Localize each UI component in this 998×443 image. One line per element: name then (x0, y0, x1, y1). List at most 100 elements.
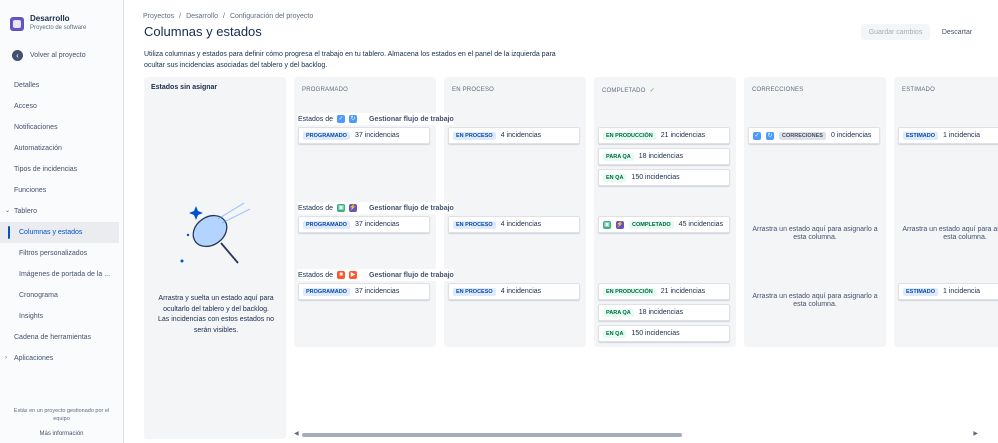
discard-button[interactable]: Descartar (935, 24, 979, 40)
status-card[interactable]: ESTIMADO 1 incidencia (898, 283, 998, 300)
row-prefix: Estados de (298, 204, 334, 212)
project-avatar-icon (10, 17, 24, 31)
sidebar-footer-text: Estás en un proyecto gestionado por el e… (13, 408, 110, 422)
issue-type-icon: ↻ (349, 115, 358, 123)
status-card[interactable]: ESTIMADO 1 incidencia (898, 127, 998, 144)
sidebar-item[interactable]: Insights (0, 306, 123, 327)
sidebar-item-label: Tablero (14, 208, 37, 215)
column-header: EN PROCESO (452, 87, 494, 93)
status-lozenge: PARA QA (603, 152, 634, 161)
issue-count: 1 incidencia (943, 132, 980, 139)
manage-workflow-link[interactable]: Gestionar flujo de trabajo (369, 272, 454, 279)
status-card[interactable]: PARA QA 18 incidencias (598, 148, 730, 165)
column-header: PROGRAMADO (302, 87, 348, 93)
sidebar-item-label: Aplicaciones (14, 355, 54, 362)
unassigned-title: Estados sin asignar (151, 84, 218, 91)
sidebar: Desarrollo Proyecto de software ‹ Volver… (0, 0, 124, 443)
issue-count: 18 incidencias (638, 153, 684, 160)
issue-count: 21 incidencias (660, 288, 706, 295)
manage-workflow-link[interactable]: Gestionar flujo de trabajo (369, 205, 454, 212)
columns-board: Estados sin asignar Arrastra y suelta un… (144, 77, 998, 443)
breadcrumb-link[interactable]: Configuración del proyecto (230, 13, 313, 20)
sidebar-item[interactable]: Automatización (0, 138, 123, 159)
status-card[interactable]: EN PRODUCCIÓN 21 incidencias (598, 127, 730, 144)
status-lozenge: EN QA (603, 329, 627, 338)
status-card[interactable]: EN PRODUCCIÓN 21 incidencias (598, 283, 730, 300)
issue-count: 1 incidencia (943, 288, 980, 295)
issue-count: 4 incidencias (500, 132, 542, 139)
learn-more-link[interactable]: Más información (0, 431, 123, 437)
sidebar-item[interactable]: Notificaciones (0, 117, 123, 138)
status-lozenge: EN PRODUCCIÓN (603, 131, 656, 140)
status-card[interactable]: EN QA 150 incidencias (598, 325, 730, 342)
board-column[interactable]: EN PROCESO (444, 77, 586, 347)
status-lozenge: PROGRAMADO (303, 287, 350, 296)
status-card[interactable]: PARA QA 18 incidencias (598, 304, 730, 321)
status-lozenge: EN QA (603, 173, 627, 182)
app: Desarrollo Proyecto de software ‹ Volver… (0, 0, 998, 443)
sidebar-item[interactable]: Detalles (0, 75, 123, 96)
breadcrumb: Proyectos / Desarrollo / Configuración del p… (143, 13, 313, 20)
sidebar-item[interactable]: Acceso (0, 96, 123, 117)
sidebar-item[interactable]: Tipos de incidencias (0, 159, 123, 180)
issue-type-icon: ▶ (349, 271, 358, 279)
status-card[interactable]: EN PROCESO 4 incidencias (448, 283, 580, 300)
sidebar-item-label: Cronograma (19, 292, 58, 299)
project-name: Desarrollo (30, 14, 70, 23)
horizontal-scrollbar[interactable]: ◀ ▶ (294, 430, 978, 437)
project-header[interactable]: Desarrollo Proyecto de software (10, 14, 86, 31)
issue-type-icon: ⚡ (616, 220, 624, 229)
breadcrumb-link[interactable]: Proyectos (143, 13, 174, 20)
sidebar-item[interactable]: Imágenes de portada de la ... (0, 264, 123, 285)
back-to-project-link[interactable]: ‹ Volver al proyecto (12, 50, 86, 61)
column-title: ESTIMADO (902, 87, 935, 93)
check-icon: ✓ (649, 88, 655, 94)
status-lozenge: PARA QA (603, 308, 634, 317)
drop-zone-hint: Arrastra un estado aquí para asignarlo a… (752, 226, 878, 241)
sidebar-item[interactable]: Cadena de herramientas (0, 327, 123, 348)
breadcrumb-separator: / (179, 13, 182, 20)
status-card[interactable]: ✓ ↻ CORRECIONES 0 incidencias (748, 127, 880, 144)
issue-count: 150 incidencias (631, 330, 680, 337)
scroll-left-icon[interactable]: ◀ (294, 430, 299, 437)
manage-workflow-link[interactable]: Gestionar flujo de trabajo (369, 116, 454, 123)
issue-count: 37 incidencias (354, 132, 400, 139)
scrollbar-thumb[interactable] (302, 433, 682, 437)
sidebar-item-label: Filtros personalizados (19, 250, 88, 257)
drop-zone-hint: Arrastra un estado aquí para asignarlo a… (902, 226, 998, 241)
breadcrumb-link[interactable]: Desarrollo (186, 13, 218, 20)
sidebar-item[interactable]: Columnas y estados (0, 222, 119, 243)
issue-type-icon: ↻ (766, 131, 774, 140)
back-label: Volver al proyecto (30, 52, 86, 59)
sidebar-nav: Detalles Acceso Notificaciones Automatizaci… (0, 75, 123, 369)
sidebar-item[interactable]: Filtros personalizados (0, 243, 123, 264)
column-title: PROGRAMADO (302, 87, 349, 93)
status-card[interactable]: PROGRAMADO 37 incidencias (298, 216, 430, 233)
save-changes-button[interactable]: Guardar cambios (861, 24, 930, 40)
column-title: COMPLETADO (602, 88, 646, 94)
status-lozenge: EN PRODUCCIÓN (603, 287, 656, 296)
sidebar-item[interactable]: › Aplicaciones (0, 348, 123, 369)
issue-count: 4 incidencias (500, 221, 542, 228)
sidebar-item-label: Notificaciones (14, 124, 58, 131)
issue-count: 150 incidencias (631, 174, 680, 181)
status-card[interactable]: EN QA 150 incidencias (598, 169, 730, 186)
sidebar-item[interactable]: ⌄ Tablero (0, 201, 123, 222)
column-header: CORRECCIONES (752, 87, 803, 93)
sidebar-item[interactable]: Cronograma (0, 285, 123, 306)
status-card[interactable]: EN PROCESO 4 incidencias (448, 216, 580, 233)
scroll-right-icon[interactable]: ▶ (973, 430, 978, 437)
status-card[interactable]: ▣ ⚡ COMPLETADO 45 incidencias (598, 216, 730, 233)
board-column[interactable]: ESTIMADO (894, 77, 998, 347)
sidebar-item[interactable]: Funciones (0, 180, 123, 201)
chevron-icon: ⌄ (5, 208, 11, 214)
unassigned-statuses-panel[interactable]: Estados sin asignar Arrastra y suelta un… (144, 77, 286, 439)
status-lozenge: EN PROCESO (453, 287, 496, 296)
workflow-row-label: Estados de ▣ ⚡ Gestionar flujo de trabajo (298, 202, 454, 214)
issue-type-icon: ■ (337, 271, 346, 279)
status-lozenge: EN PROCESO (453, 220, 496, 229)
status-card[interactable]: PROGRAMADO 37 incidencias (298, 283, 430, 300)
status-card[interactable]: PROGRAMADO 37 incidencias (298, 127, 430, 144)
sidebar-item-label: Insights (19, 313, 44, 320)
status-card[interactable]: EN PROCESO 4 incidencias (448, 127, 580, 144)
